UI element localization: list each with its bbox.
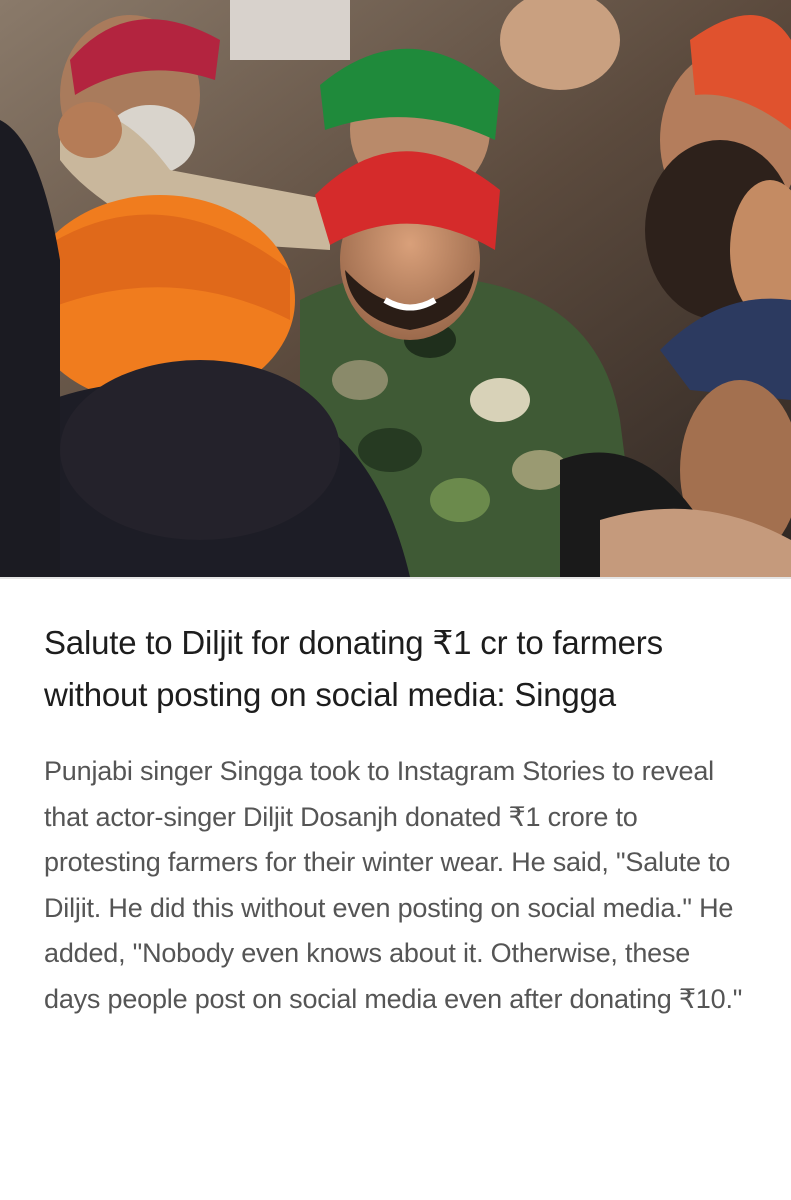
article-photo[interactable] — [0, 0, 791, 577]
divider — [0, 577, 791, 579]
news-card[interactable]: Salute to Diljit for donating ₹1 cr to f… — [0, 0, 791, 1200]
article-summary: Punjabi singer Singga took to Instagram … — [44, 756, 743, 1014]
article-text: Salute to Diljit for donating ₹1 cr to f… — [0, 617, 791, 1022]
article-headline[interactable]: Salute to Diljit for donating ₹1 cr to f… — [44, 617, 747, 721]
